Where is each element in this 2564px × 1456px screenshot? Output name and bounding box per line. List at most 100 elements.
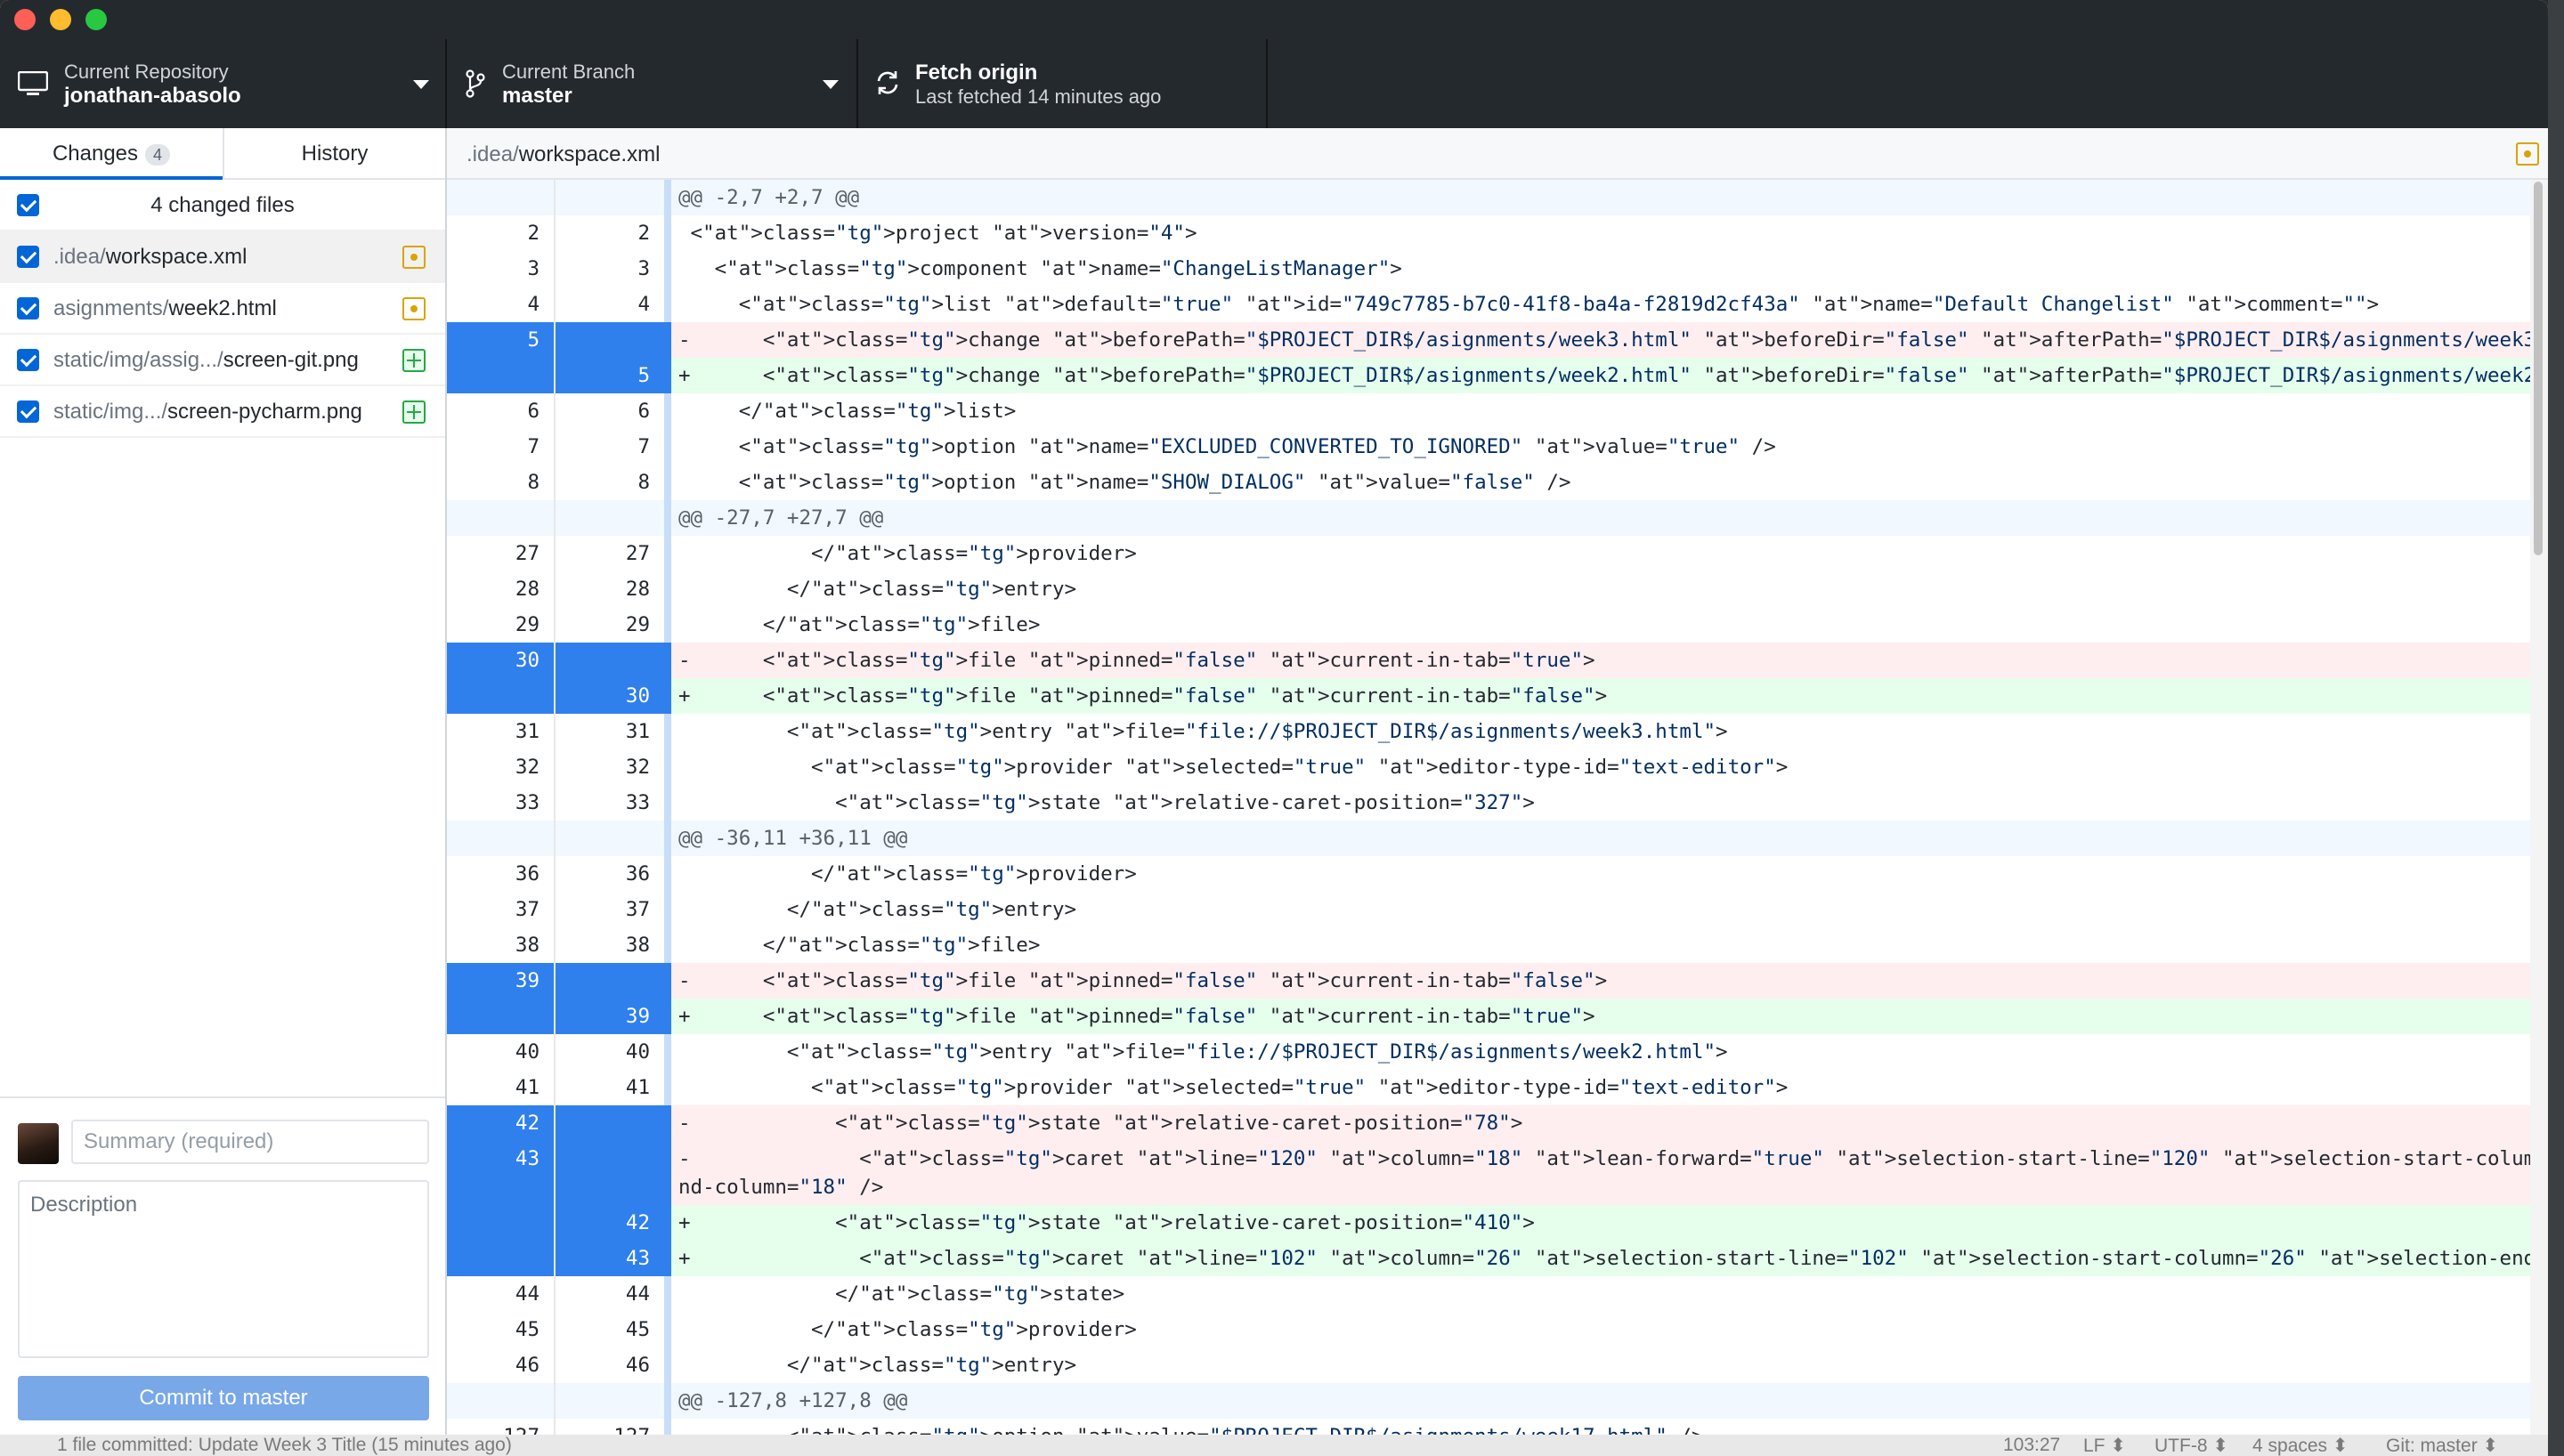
diff-line[interactable]: 127127 <"at">class="tg">option "at">valu…: [447, 1419, 2530, 1435]
git-branch-status[interactable]: Git: master ⬍: [2386, 1435, 2498, 1456]
old-line-number: 4: [447, 287, 556, 322]
diff-header: .idea/workspace.xml: [447, 128, 2548, 180]
diff-line[interactable]: 40 40 <"at">class="tg">entry "at">file="f…: [447, 1034, 2530, 1070]
cursor-position[interactable]: 103:27: [2003, 1435, 2060, 1456]
old-line-number: [447, 1383, 556, 1419]
diff-line[interactable]: 5 - <"at">class="tg">change "at">beforePa…: [447, 322, 2530, 358]
diff-line[interactable]: 39 + <"at">class="tg">file "at">pinned="f…: [447, 999, 2530, 1034]
diff-line[interactable]: 39 - <"at">class="tg">file "at">pinned="f…: [447, 963, 2530, 999]
diff-line[interactable]: 36 36 </"at">class="tg">provider>: [447, 856, 2530, 892]
diff-hunk-header[interactable]: @@ -127,8 +127,8 @@: [447, 1383, 2530, 1419]
diff-gutter: [664, 1419, 671, 1435]
file-include-checkbox[interactable]: [17, 246, 39, 268]
old-line-number: 36: [447, 856, 556, 892]
diff-line[interactable]: 8 8 <"at">class="tg">option "at">name="SH…: [447, 465, 2530, 500]
changed-file-row[interactable]: static/img/assig.../screen-git.png: [0, 335, 445, 386]
diff-line[interactable]: 31 31 <"at">class="tg">entry "at">file="f…: [447, 714, 2530, 749]
diff-line-text: - <"at">class="tg">caret "at">line="120"…: [678, 1147, 2530, 1199]
diff-line[interactable]: 32 32 <"at">class="tg">provider "at">sele…: [447, 749, 2530, 785]
old-line-number: 8: [447, 465, 556, 500]
file-include-checkbox[interactable]: [17, 400, 39, 423]
diff-hunk-header[interactable]: @@ -27,7 +27,7 @@: [447, 500, 2530, 536]
diff-gutter: [664, 1205, 671, 1241]
old-line-number: 29: [447, 607, 556, 643]
diff-line-text: <"at">class="tg">entry "at">file="file:/…: [678, 720, 1728, 743]
diff-line-text: </"at">class="tg">entry>: [678, 1354, 1077, 1377]
diff-gutter: [664, 749, 671, 785]
diff-line-text: + <"at">class="tg">file "at">pinned="fal…: [678, 1005, 1595, 1028]
indent-setting[interactable]: 4 spaces ⬍: [2252, 1435, 2348, 1456]
branch-icon: [466, 69, 485, 98]
diff-hunk-header[interactable]: @@ -2,7 +2,7 @@: [447, 180, 2530, 215]
commit-description-input[interactable]: [18, 1180, 429, 1358]
branch-selector[interactable]: Current Branch master: [447, 39, 858, 128]
commit-summary-input[interactable]: [71, 1120, 429, 1164]
minimize-window-button[interactable]: [50, 9, 71, 30]
diff-line[interactable]: 28 28 </"at">class="tg">entry>: [447, 571, 2530, 607]
diff-line[interactable]: 44 44 </"at">class="tg">state>: [447, 1276, 2530, 1312]
old-line-number: 28: [447, 571, 556, 607]
diff-scrollbar[interactable]: [2530, 180, 2548, 1435]
diff-gutter: [664, 927, 671, 963]
zoom-window-button[interactable]: [85, 9, 107, 30]
added-icon: [402, 400, 426, 424]
file-encoding[interactable]: UTF-8 ⬍: [2154, 1435, 2228, 1456]
diff-line[interactable]: 46 46 </"at">class="tg">entry>: [447, 1347, 2530, 1383]
tab-changes[interactable]: Changes 4: [0, 128, 223, 180]
commit-button[interactable]: Commit to master: [18, 1376, 429, 1420]
diff-line[interactable]: 38 38 </"at">class="tg">file>: [447, 927, 2530, 963]
changed-file-row[interactable]: static/img.../screen-pycharm.png: [0, 386, 445, 438]
diff-line[interactable]: 2 2 <"at">class="tg">project "at">version…: [447, 215, 2530, 251]
diff-line[interactable]: 43 - <"at">class="tg">caret "at">line="12…: [447, 1141, 2530, 1205]
diff-gutter: [664, 358, 671, 393]
diff-line[interactable]: 3 3 <"at">class="tg">component "at">name=…: [447, 251, 2530, 287]
old-line-number: [447, 821, 556, 856]
diff-line[interactable]: 6 6 </"at">class="tg">list>: [447, 393, 2530, 429]
changed-file-row[interactable]: asignments/week2.html: [0, 283, 445, 335]
new-line-number: 46: [625, 1354, 650, 1377]
file-include-checkbox[interactable]: [17, 297, 39, 320]
diff-line-text: - <"at">class="tg">change "at">beforePat…: [678, 328, 2530, 352]
avatar: [18, 1123, 59, 1164]
diff-line[interactable]: 30 - <"at">class="tg">file "at">pinned="f…: [447, 643, 2530, 678]
new-line-number: 38: [625, 934, 650, 957]
new-line-number: 4: [637, 293, 650, 316]
close-window-button[interactable]: [14, 9, 36, 30]
scrollbar-thumb[interactable]: [2534, 182, 2543, 555]
old-line-number: 40: [447, 1034, 556, 1070]
diff-line[interactable]: 7 7 <"at">class="tg">option "at">name="EX…: [447, 429, 2530, 465]
new-line-number: 37: [625, 898, 650, 921]
diff-gutter: [664, 821, 671, 856]
tab-history[interactable]: History: [223, 128, 445, 180]
diff-line-text: </"at">class="tg">list>: [678, 400, 1017, 423]
new-line-number: 31: [625, 720, 650, 743]
old-line-number: 5: [447, 322, 556, 358]
diff-line[interactable]: 4 4 <"at">class="tg">list "at">default="t…: [447, 287, 2530, 322]
diff-line[interactable]: 42 + <"at">class="tg">state "at">relative…: [447, 1205, 2530, 1241]
diff-line-text: @@ -2,7 +2,7 @@: [678, 186, 860, 209]
diff-line[interactable]: 27 27 </"at">class="tg">provider>: [447, 536, 2530, 571]
diff-line[interactable]: 43 + <"at">class="tg">caret "at">line="10…: [447, 1241, 2530, 1276]
repository-selector[interactable]: Current Repository jonathan-abasolo: [0, 39, 447, 128]
diff-gutter: [664, 1034, 671, 1070]
changed-file-row[interactable]: .idea/workspace.xml: [0, 231, 445, 283]
diff-line-text: </"at">class="tg">file>: [678, 613, 1041, 636]
diff-gutter: [664, 714, 671, 749]
diff-line[interactable]: 30 + <"at">class="tg">file "at">pinned="f…: [447, 678, 2530, 714]
diff-hunk-header[interactable]: @@ -36,11 +36,11 @@: [447, 821, 2530, 856]
diff-line[interactable]: 33 33 <"at">class="tg">state "at">relativ…: [447, 785, 2530, 821]
file-include-checkbox[interactable]: [17, 349, 39, 371]
diff-line[interactable]: 41 41 <"at">class="tg">provider "at">sele…: [447, 1070, 2530, 1105]
diff-line[interactable]: 45 45 </"at">class="tg">provider>: [447, 1312, 2530, 1347]
diff-line[interactable]: 5 + <"at">class="tg">change "at">beforePa…: [447, 358, 2530, 393]
diff-line[interactable]: 29 29 </"at">class="tg">file>: [447, 607, 2530, 643]
new-line-number: [556, 1105, 664, 1141]
diff-line[interactable]: 37 37 </"at">class="tg">entry>: [447, 892, 2530, 927]
fetch-origin-button[interactable]: Fetch origin Last fetched 14 minutes ago: [858, 39, 1268, 128]
diff-line[interactable]: 42 - <"at">class="tg">state "at">relative…: [447, 1105, 2530, 1141]
new-line-number: 43: [556, 1241, 664, 1276]
diff-line-text: <"at">class="tg">project "at">version="4…: [678, 222, 1197, 245]
diff-line-text: + <"at">class="tg">state "at">relative-c…: [678, 1211, 1535, 1234]
new-line-number: 6: [637, 400, 650, 423]
line-separator[interactable]: LF ⬍: [2083, 1435, 2126, 1456]
